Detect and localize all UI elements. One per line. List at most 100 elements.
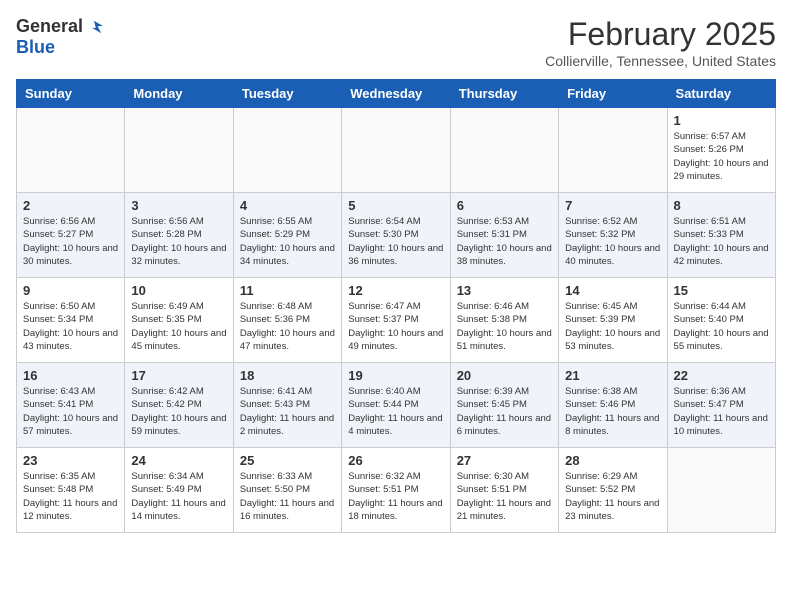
calendar-week-row: 1 Sunrise: 6:57 AM Sunset: 5:26 PM Daylig… xyxy=(17,108,776,193)
calendar-day-12: 12 Sunrise: 6:47 AM Sunset: 5:37 PM Dayli… xyxy=(342,278,450,363)
calendar-empty-cell xyxy=(17,108,125,193)
day-number: 6 xyxy=(457,198,552,213)
calendar-day-28: 28Sunrise: 6:29 AM Sunset: 5:52 PM Dayli… xyxy=(559,448,667,533)
calendar-day-11: 11 Sunrise: 6:48 AM Sunset: 5:36 PM Dayli… xyxy=(233,278,341,363)
day-info: Sunrise: 6:30 AM Sunset: 5:51 PM Dayligh… xyxy=(457,470,552,523)
day-info: Sunrise: 6:36 AM Sunset: 5:47 PM Dayligh… xyxy=(674,385,769,438)
calendar-day-20: 20 Sunrise: 6:39 AM Sunset: 5:45 PM Dayli… xyxy=(450,363,558,448)
weekday-header-monday: Monday xyxy=(125,80,233,108)
day-info: Sunrise: 6:43 AM Sunset: 5:41 PM Dayligh… xyxy=(23,385,118,438)
day-info: Sunrise: 6:44 AM Sunset: 5:40 PM Dayligh… xyxy=(674,300,769,353)
day-info: Sunrise: 6:56 AM Sunset: 5:27 PM Dayligh… xyxy=(23,215,118,268)
location: Collierville, Tennessee, United States xyxy=(545,53,776,69)
calendar-day-25: 25 Sunrise: 6:33 AM Sunset: 5:50 PM Dayli… xyxy=(233,448,341,533)
calendar-day-24: 24 Sunrise: 6:34 AM Sunset: 5:49 PM Dayli… xyxy=(125,448,233,533)
weekday-header-wednesday: Wednesday xyxy=(342,80,450,108)
day-number: 27 xyxy=(457,453,552,468)
day-info: Sunrise: 6:47 AM Sunset: 5:37 PM Dayligh… xyxy=(348,300,443,353)
day-number: 5 xyxy=(348,198,443,213)
day-number: 8 xyxy=(674,198,769,213)
day-number: 4 xyxy=(240,198,335,213)
weekday-header-friday: Friday xyxy=(559,80,667,108)
day-info: Sunrise: 6:40 AM Sunset: 5:44 PM Dayligh… xyxy=(348,385,443,438)
day-info: Sunrise: 6:38 AM Sunset: 5:46 PM Dayligh… xyxy=(565,385,660,438)
day-info: Sunrise: 6:42 AM Sunset: 5:42 PM Dayligh… xyxy=(131,385,226,438)
day-number: 3 xyxy=(131,198,226,213)
day-info: Sunrise: 6:39 AM Sunset: 5:45 PM Dayligh… xyxy=(457,385,552,438)
day-number: 12 xyxy=(348,283,443,298)
calendar-day-15: 15 Sunrise: 6:44 AM Sunset: 5:40 PM Dayli… xyxy=(667,278,775,363)
day-number: 2 xyxy=(23,198,118,213)
calendar-day-4: 4 Sunrise: 6:55 AM Sunset: 5:29 PM Daylig… xyxy=(233,193,341,278)
page-header: General Blue February 2025 Collierville,… xyxy=(16,16,776,69)
month-title: February 2025 xyxy=(545,16,776,53)
calendar-day-9: 9 Sunrise: 6:50 AM Sunset: 5:34 PM Daylig… xyxy=(17,278,125,363)
calendar-week-row: 9 Sunrise: 6:50 AM Sunset: 5:34 PM Daylig… xyxy=(17,278,776,363)
day-number: 11 xyxy=(240,283,335,298)
calendar-empty-cell xyxy=(233,108,341,193)
calendar: SundayMondayTuesdayWednesdayThursdayFrid… xyxy=(16,79,776,533)
weekday-header-tuesday: Tuesday xyxy=(233,80,341,108)
calendar-day-1: 1 Sunrise: 6:57 AM Sunset: 5:26 PM Daylig… xyxy=(667,108,775,193)
day-number: 22 xyxy=(674,368,769,383)
day-info: Sunrise: 6:55 AM Sunset: 5:29 PM Dayligh… xyxy=(240,215,335,268)
calendar-day-17: 17 Sunrise: 6:42 AM Sunset: 5:42 PM Dayli… xyxy=(125,363,233,448)
calendar-day-7: 7 Sunrise: 6:52 AM Sunset: 5:32 PM Daylig… xyxy=(559,193,667,278)
calendar-empty-cell xyxy=(342,108,450,193)
calendar-empty-cell xyxy=(125,108,233,193)
day-number: 17 xyxy=(131,368,226,383)
calendar-empty-cell xyxy=(450,108,558,193)
day-number: 10 xyxy=(131,283,226,298)
weekday-header-row: SundayMondayTuesdayWednesdayThursdayFrid… xyxy=(17,80,776,108)
day-number: 26 xyxy=(348,453,443,468)
day-number: 1 xyxy=(674,113,769,128)
weekday-header-thursday: Thursday xyxy=(450,80,558,108)
day-number: 16 xyxy=(23,368,118,383)
day-number: 14 xyxy=(565,283,660,298)
day-number: 24 xyxy=(131,453,226,468)
calendar-day-2: 2 Sunrise: 6:56 AM Sunset: 5:27 PM Daylig… xyxy=(17,193,125,278)
day-number: 9 xyxy=(23,283,118,298)
day-info: Sunrise: 6:48 AM Sunset: 5:36 PM Dayligh… xyxy=(240,300,335,353)
day-info: Sunrise: 6:35 AM Sunset: 5:48 PM Dayligh… xyxy=(23,470,118,523)
calendar-day-3: 3 Sunrise: 6:56 AM Sunset: 5:28 PM Daylig… xyxy=(125,193,233,278)
day-info: Sunrise: 6:52 AM Sunset: 5:32 PM Dayligh… xyxy=(565,215,660,268)
calendar-day-18: 18 Sunrise: 6:41 AM Sunset: 5:43 PM Dayli… xyxy=(233,363,341,448)
day-number: 20 xyxy=(457,368,552,383)
day-info: Sunrise: 6:34 AM Sunset: 5:49 PM Dayligh… xyxy=(131,470,226,523)
day-number: 23 xyxy=(23,453,118,468)
day-info: Sunrise: 6:56 AM Sunset: 5:28 PM Dayligh… xyxy=(131,215,226,268)
day-number: 18 xyxy=(240,368,335,383)
calendar-day-26: 26Sunrise: 6:32 AM Sunset: 5:51 PM Dayli… xyxy=(342,448,450,533)
day-number: 28 xyxy=(565,453,660,468)
calendar-day-14: 14 Sunrise: 6:45 AM Sunset: 5:39 PM Dayli… xyxy=(559,278,667,363)
calendar-day-19: 19 Sunrise: 6:40 AM Sunset: 5:44 PM Dayli… xyxy=(342,363,450,448)
calendar-week-row: 2 Sunrise: 6:56 AM Sunset: 5:27 PM Daylig… xyxy=(17,193,776,278)
logo: General Blue xyxy=(16,16,103,58)
day-info: Sunrise: 6:33 AM Sunset: 5:50 PM Dayligh… xyxy=(240,470,335,523)
day-info: Sunrise: 6:54 AM Sunset: 5:30 PM Dayligh… xyxy=(348,215,443,268)
weekday-header-saturday: Saturday xyxy=(667,80,775,108)
title-section: February 2025 Collierville, Tennessee, U… xyxy=(545,16,776,69)
day-number: 15 xyxy=(674,283,769,298)
logo-general-text: General xyxy=(16,16,83,37)
calendar-week-row: 16 Sunrise: 6:43 AM Sunset: 5:41 PM Dayli… xyxy=(17,363,776,448)
day-info: Sunrise: 6:57 AM Sunset: 5:26 PM Dayligh… xyxy=(674,130,769,183)
day-info: Sunrise: 6:41 AM Sunset: 5:43 PM Dayligh… xyxy=(240,385,335,438)
weekday-header-sunday: Sunday xyxy=(17,80,125,108)
calendar-empty-cell xyxy=(667,448,775,533)
day-info: Sunrise: 6:50 AM Sunset: 5:34 PM Dayligh… xyxy=(23,300,118,353)
day-number: 7 xyxy=(565,198,660,213)
logo-bird-icon xyxy=(85,18,103,36)
calendar-empty-cell xyxy=(559,108,667,193)
day-info: Sunrise: 6:51 AM Sunset: 5:33 PM Dayligh… xyxy=(674,215,769,268)
calendar-day-5: 5 Sunrise: 6:54 AM Sunset: 5:30 PM Daylig… xyxy=(342,193,450,278)
logo-blue-text: Blue xyxy=(16,37,55,58)
day-number: 19 xyxy=(348,368,443,383)
day-info: Sunrise: 6:45 AM Sunset: 5:39 PM Dayligh… xyxy=(565,300,660,353)
calendar-day-27: 27 Sunrise: 6:30 AM Sunset: 5:51 PM Dayli… xyxy=(450,448,558,533)
day-number: 13 xyxy=(457,283,552,298)
calendar-day-6: 6Sunrise: 6:53 AM Sunset: 5:31 PM Daylig… xyxy=(450,193,558,278)
day-number: 25 xyxy=(240,453,335,468)
day-info: Sunrise: 6:49 AM Sunset: 5:35 PM Dayligh… xyxy=(131,300,226,353)
